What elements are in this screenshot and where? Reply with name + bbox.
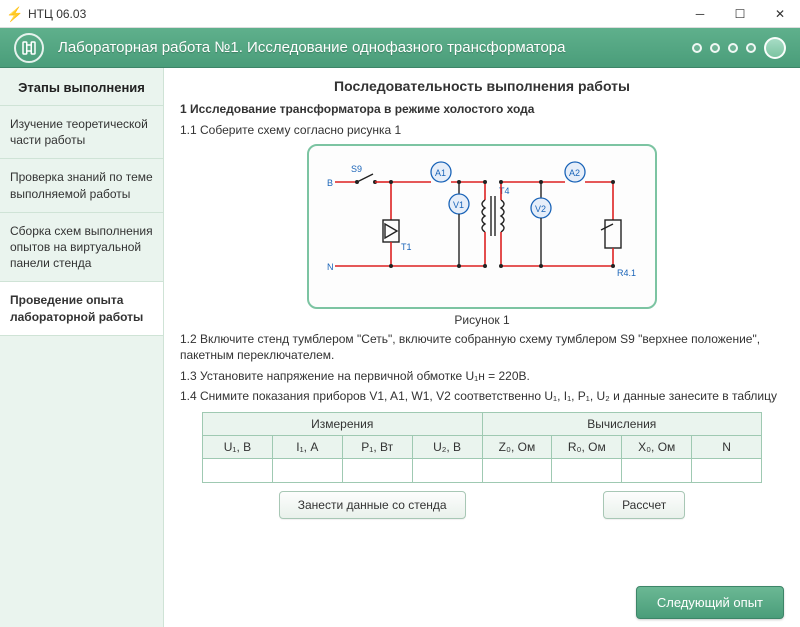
window-close-button[interactable]: ✕ — [760, 0, 800, 28]
page-title: Последовательность выполнения работы — [180, 78, 784, 94]
table-group-measurements: Измерения — [203, 412, 483, 435]
data-table: Измерения Вычисления U₁, В I₁, А P₁, Вт … — [202, 412, 762, 483]
cell-n[interactable] — [692, 458, 762, 482]
col-i1: I₁, А — [272, 435, 342, 458]
window-minimize-button[interactable]: ─ — [680, 0, 720, 28]
window-maximize-button[interactable]: ☐ — [720, 0, 760, 28]
svg-text:V2: V2 — [535, 204, 546, 214]
progress-dot-1 — [692, 43, 702, 53]
col-r0: R₀, Ом — [552, 435, 622, 458]
sidebar-item-theory[interactable]: Изучение теоретической части работы — [0, 106, 163, 159]
step-1-3: 1.3 Установите напряжение на первичной о… — [180, 368, 784, 384]
window-titlebar: ⚡ НТЦ 06.03 ─ ☐ ✕ — [0, 0, 800, 28]
sidebar-item-label: Сборка схем выполнения опытов на виртуал… — [10, 224, 153, 270]
svg-text:V1: V1 — [453, 200, 464, 210]
step-1-4: 1.4 Снимите показания приборов V1, A1, W… — [180, 388, 784, 404]
circuit-diagram: .wr{stroke:#d22;stroke-width:1.6;fill:no… — [313, 150, 653, 300]
svg-text:T1: T1 — [401, 242, 412, 252]
sidebar-item-experiment[interactable]: Проведение опыта лабораторной работы — [0, 282, 163, 335]
calculate-button[interactable]: Рассчет — [603, 491, 685, 519]
main-content: Последовательность выполнения работы 1 И… — [164, 68, 800, 627]
col-p1: P₁, Вт — [342, 435, 412, 458]
app-header-icon — [14, 33, 44, 63]
progress-current — [764, 37, 786, 59]
svg-text:R4.1: R4.1 — [617, 268, 636, 278]
sidebar-item-label: Проведение опыта лабораторной работы — [10, 293, 143, 323]
step-1-2: 1.2 Включите стенд тумблером "Сеть", вкл… — [180, 331, 784, 363]
lab-title: Лабораторная работа №1. Исследование одн… — [58, 39, 692, 56]
figure-1: .wr{stroke:#d22;stroke-width:1.6;fill:no… — [307, 144, 657, 327]
progress-dot-4 — [746, 43, 756, 53]
cell-z0[interactable] — [482, 458, 552, 482]
step-1-1: 1.1 Соберите схему согласно рисунка 1 — [180, 122, 784, 138]
table-group-calculations: Вычисления — [482, 412, 762, 435]
svg-text:B: B — [327, 178, 333, 188]
col-n: N — [692, 435, 762, 458]
app-header: Лабораторная работа №1. Исследование одн… — [0, 28, 800, 68]
sidebar: Этапы выполнения Изучение теоретической … — [0, 68, 164, 627]
col-u2: U₂, В — [412, 435, 482, 458]
sidebar-title: Этапы выполнения — [0, 68, 163, 106]
cell-p1[interactable] — [342, 458, 412, 482]
button-label: Рассчет — [622, 498, 666, 512]
window-title: НТЦ 06.03 — [28, 7, 86, 21]
svg-text:A1: A1 — [435, 168, 446, 178]
progress-dot-2 — [710, 43, 720, 53]
sidebar-item-label: Проверка знаний по теме выполняемой рабо… — [10, 170, 153, 200]
figure-caption: Рисунок 1 — [307, 313, 657, 327]
cell-r0[interactable] — [552, 458, 622, 482]
section-1-title: 1 Исследование трансформатора в режиме х… — [180, 102, 784, 116]
button-label: Занести данные со стенда — [298, 498, 447, 512]
svg-text:A2: A2 — [569, 168, 580, 178]
cell-i1[interactable] — [272, 458, 342, 482]
sidebar-item-knowledge-check[interactable]: Проверка знаний по теме выполняемой рабо… — [0, 159, 163, 212]
next-experiment-button[interactable]: Следующий опыт — [636, 586, 784, 619]
sidebar-item-assemble[interactable]: Сборка схем выполнения опытов на виртуал… — [0, 213, 163, 283]
sidebar-item-label: Изучение теоретической части работы — [10, 117, 148, 147]
button-label: Следующий опыт — [657, 595, 763, 610]
svg-text:N: N — [327, 262, 334, 272]
app-bolt-icon: ⚡ — [6, 6, 22, 22]
cell-x0[interactable] — [622, 458, 692, 482]
cell-u2[interactable] — [412, 458, 482, 482]
cell-u1[interactable] — [203, 458, 273, 482]
progress-dot-3 — [728, 43, 738, 53]
svg-text:S9: S9 — [351, 164, 362, 174]
col-x0: X₀, Ом — [622, 435, 692, 458]
col-z0: Z₀, Ом — [482, 435, 552, 458]
col-u1: U₁, В — [203, 435, 273, 458]
progress-indicator — [692, 37, 786, 59]
load-from-stand-button[interactable]: Занести данные со стенда — [279, 491, 466, 519]
